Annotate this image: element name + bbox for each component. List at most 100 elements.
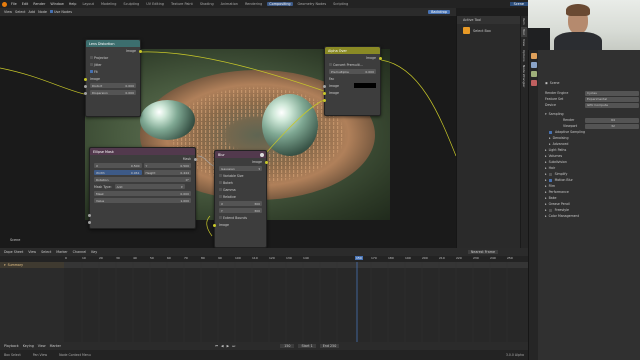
output-socket[interactable]: [379, 57, 382, 60]
output-socket[interactable]: [139, 50, 142, 53]
node-options-icon[interactable]: [260, 152, 264, 157]
variable-size-option[interactable]: Variable Size: [215, 172, 266, 179]
jitter-option[interactable]: Jitter: [86, 61, 140, 68]
sidebar-tab-view[interactable]: View: [521, 37, 527, 48]
distort-socket[interactable]: [84, 85, 87, 88]
image2-socket[interactable]: [323, 99, 326, 102]
bokeh-option[interactable]: Bokeh: [215, 179, 266, 186]
panel-color-management[interactable]: ▸ Color Management: [541, 213, 639, 219]
scene-properties-icon[interactable]: [530, 71, 537, 77]
playback-marker-menu[interactable]: Marker: [50, 344, 61, 348]
rotation-field[interactable]: Rotation 0°: [94, 177, 191, 182]
mask-output-socket[interactable]: [194, 158, 197, 161]
convert-premultiplied-option[interactable]: Convert Premulti...: [325, 61, 380, 68]
tab-rendering[interactable]: Rendering: [243, 2, 264, 6]
tab-layout[interactable]: Layout: [80, 2, 96, 6]
tab-geometry-nodes[interactable]: Geometry Nodes: [296, 2, 329, 6]
premultiplied-field[interactable]: Premultiplie 0.000: [329, 69, 376, 74]
output-socket[interactable]: [265, 161, 268, 164]
node-title[interactable]: Blur: [215, 151, 266, 158]
timeline-menu-key[interactable]: Key: [91, 250, 97, 254]
extend-bounds-option[interactable]: Extend Bounds: [215, 214, 266, 221]
dispersion-socket[interactable]: [84, 92, 87, 95]
backdrop-button[interactable]: Backdrop: [428, 10, 450, 14]
input-socket[interactable]: [84, 78, 87, 81]
menu-render[interactable]: Render: [32, 2, 46, 6]
sidebar-tab-tool[interactable]: Tool: [521, 26, 527, 37]
timeline-menu-marker[interactable]: Marker: [56, 250, 67, 254]
node-menu-add[interactable]: Add: [29, 10, 36, 14]
snap-mode-dropdown[interactable]: Nearest Frame: [467, 250, 498, 254]
dope-sheet-mode[interactable]: Dope Sheet: [4, 250, 23, 254]
device-dropdown[interactable]: GPU Compute: [585, 102, 639, 108]
x-field[interactable]: X 0.500: [94, 163, 142, 168]
world-properties-icon[interactable]: [530, 80, 537, 86]
tab-uv-editing[interactable]: UV Editing: [144, 2, 166, 6]
node-menu-view[interactable]: View: [4, 10, 12, 14]
value-field[interactable]: Value 1.000: [94, 198, 191, 203]
render-properties-icon[interactable]: [530, 53, 537, 59]
current-frame-field[interactable]: 150: [280, 344, 295, 348]
start-frame-field[interactable]: Start 1: [298, 344, 316, 348]
dope-sheet[interactable]: 0 10 20 30 40 50 60 70 80 90 100 110 120…: [0, 256, 528, 346]
tab-sculpting[interactable]: Sculpting: [121, 2, 141, 6]
menu-edit[interactable]: Edit: [21, 2, 30, 6]
fit-option[interactable]: Fit: [86, 68, 140, 75]
output-properties-icon[interactable]: [530, 62, 537, 68]
end-frame-field[interactable]: End 250: [319, 344, 340, 348]
menu-file[interactable]: File: [10, 2, 18, 6]
size-x-field[interactable]: X 300: [219, 201, 262, 206]
mask-input-socket[interactable]: [88, 214, 91, 217]
tab-modeling[interactable]: Modeling: [99, 2, 118, 6]
sidebar-tab-item[interactable]: Item: [521, 16, 527, 27]
timeline-menu-select[interactable]: Select: [41, 250, 51, 254]
sidebar-tab-node-wrangler[interactable]: Node Wrangler: [521, 63, 527, 89]
render-engine-dropdown[interactable]: Cycles: [585, 90, 639, 96]
node-title[interactable]: Ellipse Mask: [90, 148, 195, 155]
tab-compositing[interactable]: Compositing: [267, 2, 293, 6]
playback-menu[interactable]: Playback: [4, 344, 19, 348]
distort-field[interactable]: Distort 0.000: [90, 83, 136, 88]
gamma-option[interactable]: Gamma: [215, 186, 266, 193]
keying-menu[interactable]: Keying: [23, 344, 34, 348]
render-samples-field[interactable]: 64: [585, 117, 639, 123]
color-swatch[interactable]: [354, 83, 376, 88]
tab-shading[interactable]: Shading: [198, 2, 216, 6]
scene-selector[interactable]: Scene: [509, 2, 528, 6]
timeline-menu-channel[interactable]: Channel: [73, 250, 87, 254]
checkbox-icon[interactable]: [548, 178, 552, 182]
menu-window[interactable]: Window: [49, 2, 64, 6]
value-input-socket[interactable]: [88, 221, 91, 224]
timeline-menu-view[interactable]: View: [28, 250, 36, 254]
mask-type-dropdown[interactable]: Add ▾: [114, 184, 185, 189]
width-field[interactable]: Width 0.961: [94, 170, 142, 175]
sidebar-tab-options[interactable]: Options: [521, 48, 527, 64]
blender-logo-icon[interactable]: [2, 1, 7, 7]
input-socket[interactable]: [213, 224, 216, 227]
checkbox-icon[interactable]: [548, 208, 552, 212]
filter-dropdown[interactable]: Gaussian ▾: [219, 166, 262, 171]
summary-channel[interactable]: ▾ Summary: [0, 262, 64, 268]
ellipse-mask-node[interactable]: Ellipse Mask Mask X 0.500 Y 0.500 Width 0.9…: [88, 147, 197, 229]
select-box-icon[interactable]: [463, 27, 470, 34]
node-menu-node[interactable]: Node: [38, 10, 47, 14]
tab-animation[interactable]: Animation: [219, 2, 240, 6]
use-nodes-toggle[interactable]: Use Nodes: [49, 10, 72, 14]
feature-set-dropdown[interactable]: Experimental: [585, 96, 639, 102]
height-field[interactable]: Height 0.444: [143, 170, 191, 175]
node-menu-select[interactable]: Select: [15, 10, 25, 14]
size-y-field[interactable]: Y 300: [219, 208, 262, 213]
current-frame-indicator[interactable]: 150: [355, 256, 363, 260]
alpha-over-node[interactable]: Alpha Over Image Convert Premulti... Pre…: [323, 46, 382, 116]
lens-distortion-node[interactable]: Lens Distortion Image Projector Jitter F…: [84, 39, 142, 117]
node-title[interactable]: Alpha Over: [325, 47, 380, 54]
tab-scripting[interactable]: Scripting: [331, 2, 350, 6]
fac-socket[interactable]: [323, 85, 326, 88]
playback-controls[interactable]: ⏮ ◀ ▶ ⏭: [215, 344, 236, 348]
relative-option[interactable]: Relative: [215, 193, 266, 200]
mask-field[interactable]: Mask 0.000: [94, 191, 191, 196]
tab-texture-paint[interactable]: Texture Paint: [169, 2, 195, 6]
checkbox-icon[interactable]: [548, 172, 552, 176]
node-title[interactable]: Lens Distortion: [86, 40, 140, 47]
projector-option[interactable]: Projector: [86, 54, 140, 61]
